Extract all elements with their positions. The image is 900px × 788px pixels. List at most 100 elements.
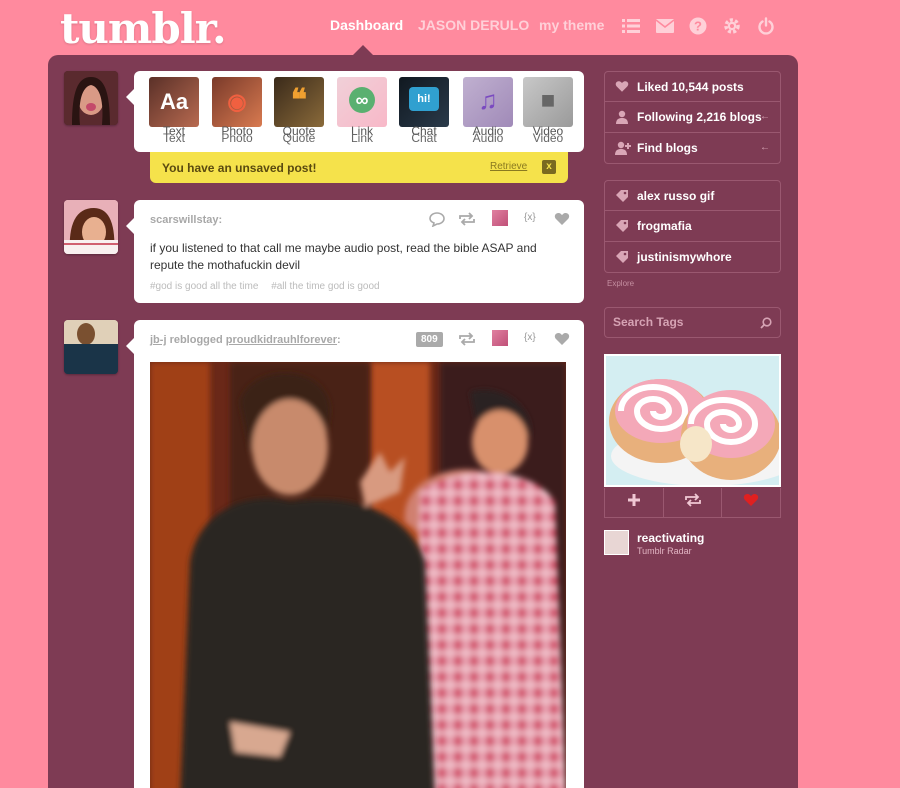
help-icon[interactable]: ?	[687, 15, 709, 37]
post-avatar[interactable]	[64, 320, 118, 374]
heart-icon[interactable]	[554, 212, 570, 231]
reblogged-label: reblogged	[169, 334, 223, 346]
post-actions: {x}	[429, 210, 579, 232]
photo-post: jb-j reblogged proudkidrauhlforever: 809…	[126, 320, 584, 788]
reblog-radar-button[interactable]	[663, 488, 723, 518]
nav-blog-jason-derulo[interactable]: JASON DERULO	[418, 17, 529, 33]
tag-icon	[615, 189, 629, 203]
search-input[interactable]	[613, 315, 753, 329]
radar-author-name[interactable]: reactivating	[637, 531, 704, 545]
text-icon: Aa	[149, 77, 199, 127]
post-author[interactable]: scarswillstay:	[150, 214, 222, 226]
post-type-audio-label-shadow: Audio	[472, 131, 504, 145]
tracked-tag-label: justinismywhore	[637, 250, 732, 264]
heart-icon	[615, 80, 629, 94]
embed-code-icon[interactable]: {x}	[524, 212, 536, 223]
reblog-icon[interactable]	[458, 212, 476, 231]
post-type-bar: Aa Text Text ◉ Photo Photo ❝ Quote Quote…	[126, 71, 584, 152]
like-radar-button[interactable]	[722, 488, 782, 518]
tracked-tag-item[interactable]: frogmafia	[604, 211, 781, 242]
post-type-photo[interactable]: ◉ Photo Photo	[212, 77, 262, 144]
account-menu: Liked 10,544 posts Following 2,216 blogs…	[604, 71, 781, 164]
tumblr-logo[interactable]: tumblr.	[60, 4, 227, 53]
reblog-icon[interactable]	[458, 332, 476, 351]
following-link[interactable]: Following 2,216 blogs ←	[604, 102, 781, 133]
unsaved-message: You have an unsaved post!	[162, 161, 317, 175]
post-type-photo-label-shadow: Photo	[221, 131, 253, 145]
post-type-chat-label-shadow: Chat	[411, 131, 437, 145]
reblogger-link[interactable]: jb-j	[150, 334, 167, 346]
post-type-text-label-shadow: Text	[162, 131, 185, 145]
follow-radar-button[interactable]	[604, 488, 664, 518]
tracked-tag-item[interactable]: alex russo gif	[604, 180, 781, 211]
svg-text:?: ?	[694, 19, 702, 34]
edit-icon[interactable]	[492, 330, 508, 346]
find-blogs-link[interactable]: Find blogs ←	[604, 133, 781, 164]
list-icon[interactable]	[620, 15, 642, 37]
post-author: jb-j reblogged proudkidrauhlforever:	[150, 334, 341, 346]
post-actions: 809 {x}	[416, 330, 581, 351]
liked-posts-label: Liked 10,544 posts	[637, 80, 744, 94]
active-nav-caret	[353, 45, 373, 55]
camera-icon: ◉	[212, 77, 262, 127]
post-tag[interactable]: #god is good all the time	[150, 281, 258, 292]
post-avatar[interactable]	[64, 200, 118, 254]
person-icon	[615, 110, 629, 124]
close-icon[interactable]: x	[542, 160, 556, 174]
video-icon: ■	[523, 77, 573, 127]
power-icon[interactable]	[755, 15, 777, 37]
tag-icon	[615, 219, 629, 233]
post-type-quote[interactable]: ❝ Quote Quote	[274, 77, 324, 144]
plus-icon	[627, 493, 641, 512]
liked-posts-link[interactable]: Liked 10,544 posts	[604, 71, 781, 102]
tag-icon	[615, 250, 629, 264]
tracked-tag-label: alex russo gif	[637, 189, 715, 203]
quote-icon: ❝	[274, 77, 324, 127]
user-avatar[interactable]	[64, 71, 118, 125]
gear-icon[interactable]	[721, 15, 743, 37]
tracked-tags: alex russo gif frogmafia justinismywhore	[604, 180, 781, 273]
heart-icon[interactable]	[554, 332, 570, 351]
tracked-tag-label: frogmafia	[637, 219, 692, 233]
post-type-video[interactable]: ■ Video Video	[523, 77, 573, 144]
radar-actions	[604, 488, 782, 518]
post-type-quote-label-shadow: Quote	[282, 131, 316, 145]
post-type-audio[interactable]: ♫ Audio Audio	[463, 77, 513, 144]
tag-search	[604, 307, 781, 338]
radar-avatar[interactable]	[604, 530, 629, 555]
nav-dashboard[interactable]: Dashboard	[330, 17, 403, 33]
post-type-video-label-shadow: Video	[532, 131, 564, 145]
post-tag[interactable]: #all the time god is good	[271, 281, 379, 292]
post-type-link-label-shadow: Link	[350, 131, 373, 145]
post-body: if you listened to that call me maybe au…	[150, 241, 537, 272]
post-type-text[interactable]: Aa Text Text	[149, 77, 199, 144]
text-post: scarswillstay: {x} if you listened to th…	[126, 200, 584, 303]
search-icon[interactable]	[760, 316, 772, 334]
explore-link[interactable]: Explore	[607, 279, 634, 288]
arrow-icon: ←	[760, 111, 770, 122]
post-tags: #god is good all the time #all the time …	[150, 281, 390, 292]
post-type-chat[interactable]: hi! Chat Chat	[399, 77, 449, 144]
find-blogs-label: Find blogs	[637, 141, 698, 155]
reblog-icon	[684, 493, 702, 512]
nav-my-theme[interactable]: my theme	[539, 17, 604, 33]
radar-label: Tumblr Radar	[637, 546, 692, 556]
post-photo[interactable]	[150, 362, 566, 788]
chat-icon: hi!	[399, 77, 449, 127]
unsaved-post-notice: You have an unsaved post! Retrieve x	[150, 152, 568, 183]
add-person-icon	[615, 141, 631, 155]
following-label: Following 2,216 blogs	[637, 110, 762, 124]
heart-icon	[743, 493, 759, 512]
source-blog-link[interactable]: proudkidrauhlforever	[226, 334, 337, 346]
tracked-tag-item[interactable]: justinismywhore	[604, 242, 781, 273]
notes-count[interactable]: 809	[416, 332, 443, 347]
edit-icon[interactable]	[492, 210, 508, 226]
retrieve-link[interactable]: Retrieve	[490, 161, 527, 172]
reply-icon[interactable]	[429, 212, 445, 232]
radar-image[interactable]	[604, 354, 781, 487]
radar-author[interactable]: reactivating Tumblr Radar	[604, 530, 781, 560]
link-icon: ∞	[337, 77, 387, 127]
embed-code-icon[interactable]: {x}	[524, 332, 536, 343]
mail-icon[interactable]	[654, 15, 676, 37]
post-type-link[interactable]: ∞ Link Link	[337, 77, 387, 144]
